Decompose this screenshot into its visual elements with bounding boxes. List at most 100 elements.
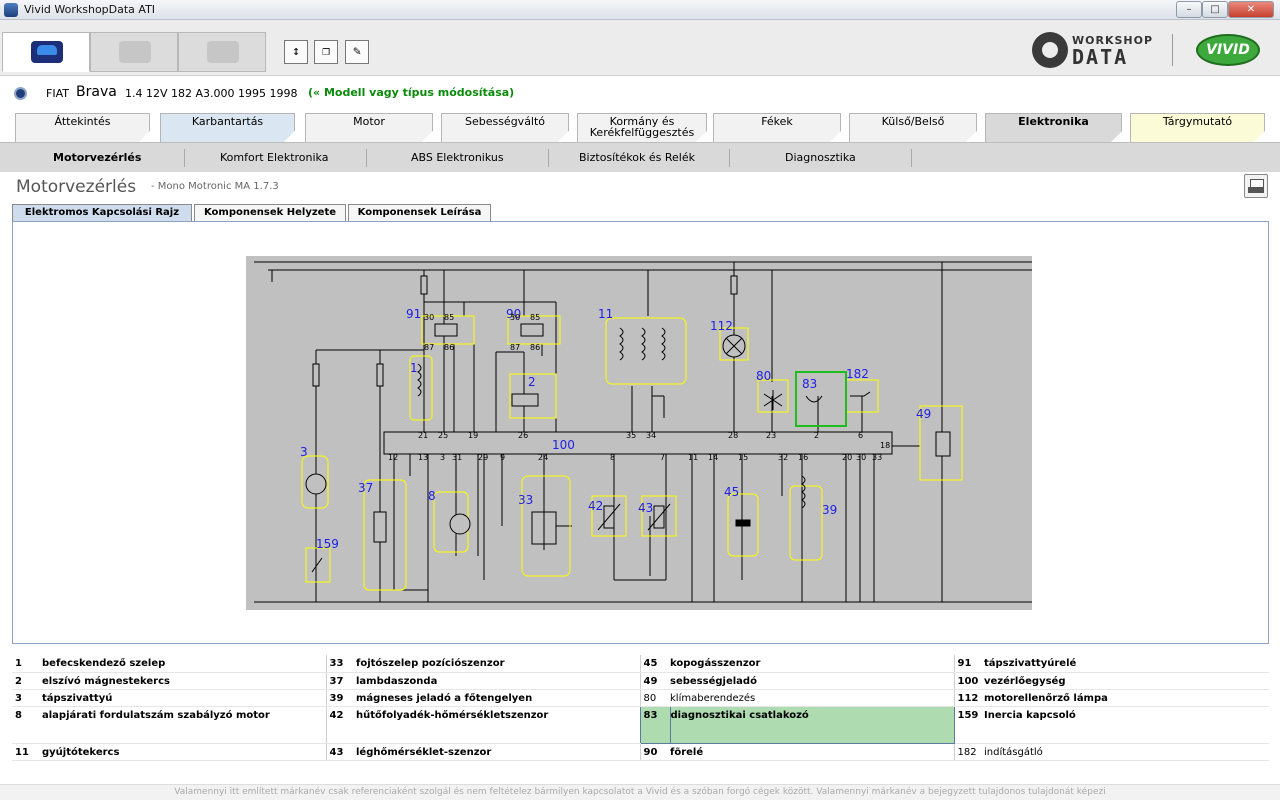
subnav-divider (366, 149, 367, 167)
label-83: 83 (802, 377, 817, 391)
legend-number: 49 (639, 672, 670, 690)
ecu-pin-top: 21 (418, 431, 428, 440)
legend-row: 8 alapjárati fordulatszám szabályzó moto… (12, 705, 1269, 744)
tab-index[interactable]: Tárgymutató (1130, 113, 1265, 143)
ecu-pin-top: 25 (438, 431, 448, 440)
legend-row: 1 befecskendező szelep 33 fojtószelep po… (12, 655, 1269, 673)
main-tabs: Áttekintés Karbantartás Motor Sebességvá… (0, 112, 1280, 143)
footer-disclaimer: Valamennyi itt említett márkanév csak re… (0, 784, 1280, 800)
relay-91-terminal: 85 (444, 313, 454, 322)
tab-brakes[interactable]: Fékek (713, 113, 841, 143)
ecu-pin-top: 6 (858, 431, 863, 440)
legend-label[interactable]: vezérlőegység (984, 672, 1269, 690)
legend-label[interactable]: léghőmérséklet-szenzor (356, 743, 640, 761)
legend-label[interactable]: elszívó mágnestekercs (42, 672, 326, 690)
subnav-fuses-relays[interactable]: Biztosítékok és Relék (579, 151, 695, 164)
tab-gearbox[interactable]: Sebességváltó (441, 113, 569, 143)
legend-label[interactable]: fojtószelep pozíciószenzor (356, 655, 640, 673)
ecu-pin-top: 18 (880, 441, 890, 450)
modify-model-link[interactable]: (« Modell vagy típus módosítása) (308, 86, 514, 99)
legend-number: 42 (325, 706, 356, 744)
component-legend: 1 befecskendező szelep 33 fojtószelep po… (12, 655, 1269, 761)
truck-icon (119, 41, 151, 63)
ecu-pin-top: 28 (728, 431, 738, 440)
logo-divider (1172, 34, 1173, 66)
truck-mode-tab[interactable] (90, 32, 178, 72)
engine-icon (207, 41, 239, 63)
legend-label[interactable]: Inercia kapcsoló (984, 706, 1269, 744)
tab-steering-suspension[interactable]: Kormány és Kerékfelfüggesztés (577, 113, 707, 143)
legend-number: 91 (953, 655, 984, 673)
label-3: 3 (300, 445, 308, 459)
tab-electronics[interactable]: Elektronika (985, 113, 1122, 143)
legend-label[interactable]: indításgátló (984, 743, 1269, 761)
legend-label[interactable]: befecskendező szelep (42, 655, 326, 673)
sub-navigation: Motorvezérlés Komfort Elektronika ABS El… (0, 142, 1280, 172)
copy-pages-icon[interactable]: ❐ (314, 40, 338, 64)
legend-number: 1 (12, 655, 42, 673)
legend-number: 2 (12, 672, 42, 690)
legend-label[interactable]: alapjárati fordulatszám szabályzó motor (42, 706, 326, 744)
wiring-diagram[interactable]: 91 90 11 112 1 2 80 83 182 49 3 100 37 8… (246, 256, 1032, 610)
label-100: 100 (552, 438, 575, 452)
tab-component-descriptions[interactable]: Komponensek Leírása (348, 204, 491, 221)
adjustment-data-icon[interactable]: ↕ (284, 40, 308, 64)
legend-label[interactable]: kopogásszenzor (670, 655, 954, 673)
ecu-pin-bottom: 12 (388, 453, 398, 462)
app-icon (4, 3, 18, 17)
car-mode-tab[interactable] (2, 32, 90, 72)
tab-component-locations[interactable]: Komponensek Helyzete (194, 204, 346, 221)
legend-number: 3 (12, 689, 42, 707)
vehicle-spec: 1.4 12V 182 A3.000 1995 1998 (125, 87, 298, 100)
legend-row: 2 elszívó mágnestekercs 37 lambdaszonda … (12, 672, 1269, 690)
legend-label[interactable]: sebességjeladó (670, 672, 954, 690)
relay-90-terminal: 85 (530, 313, 540, 322)
label-37: 37 (358, 481, 373, 495)
tab-overview[interactable]: Áttekintés (15, 113, 150, 143)
legend-label[interactable]: tápszivattyú (42, 689, 326, 707)
workshopdata-logo: WORKSHOP DATA (1032, 30, 1162, 70)
subnav-abs-electronics[interactable]: ABS Elektronikus (411, 151, 504, 164)
legend-number: 90 (639, 743, 670, 761)
legend-label[interactable]: gyújtótekercs (42, 743, 326, 761)
subnav-comfort-electronics[interactable]: Komfort Elektronika (220, 151, 328, 164)
subnav-engine-control[interactable]: Motorvezérlés (53, 151, 141, 164)
subnav-diagnostics[interactable]: Diagnosztika (785, 151, 856, 164)
label-1: 1 (410, 361, 418, 375)
ecu-pin-top: 23 (766, 431, 776, 440)
legend-label[interactable]: klímaberendezés (670, 689, 954, 707)
ecu-pin-bottom: 32 (778, 453, 788, 462)
label-112: 112 (710, 319, 733, 333)
legend-label[interactable]: tápszivattyúrelé (984, 655, 1269, 673)
label-8: 8 (428, 489, 436, 503)
tab-wiring-diagram[interactable]: Elektromos Kapcsolási Rajz (12, 204, 192, 221)
ecu-pin-top: 34 (646, 431, 656, 440)
legend-label[interactable]: motorellenőrző lámpa (984, 689, 1269, 707)
legend-label[interactable]: lambdaszonda (356, 672, 640, 690)
ecu-pin-bottom: 13 (418, 453, 428, 462)
label-2: 2 (528, 375, 536, 389)
legend-number: 43 (325, 743, 356, 761)
legend-number: 8 (12, 706, 42, 744)
engine-mode-tab[interactable] (178, 32, 266, 72)
legend-label[interactable]: fõrelé (670, 743, 954, 761)
tab-engine[interactable]: Motor (305, 113, 433, 143)
ecu-pin-bottom: 7 (660, 453, 665, 462)
maximize-button[interactable]: □ (1202, 1, 1228, 18)
label-49: 49 (916, 407, 931, 421)
legend-label[interactable]: hűtőfolyadék-hőmérsékletszenzor (356, 706, 640, 744)
tab-body[interactable]: Külső/Belső (849, 113, 977, 143)
ecu-pin-top: 19 (468, 431, 478, 440)
logo-data-text: DATA (1072, 45, 1129, 69)
subnav-divider (184, 149, 185, 167)
tab-maintenance[interactable]: Karbantartás (160, 113, 295, 143)
close-button[interactable]: ✕ (1228, 1, 1274, 18)
application-window: Vivid WorkshopData ATI – □ ✕ ↕ ❐ ✎ WORKS… (0, 0, 1280, 800)
legend-label-selected[interactable]: diagnosztikai csatlakozó (669, 705, 955, 744)
minimize-button[interactable]: – (1176, 1, 1202, 18)
legend-number: 11 (12, 743, 42, 761)
edit-notes-icon[interactable]: ✎ (345, 40, 369, 64)
legend-label[interactable]: mágneses jeladó a főtengelyen (356, 689, 640, 707)
print-icon[interactable] (1244, 174, 1268, 198)
ecu-pin-bottom: 24 (538, 453, 548, 462)
